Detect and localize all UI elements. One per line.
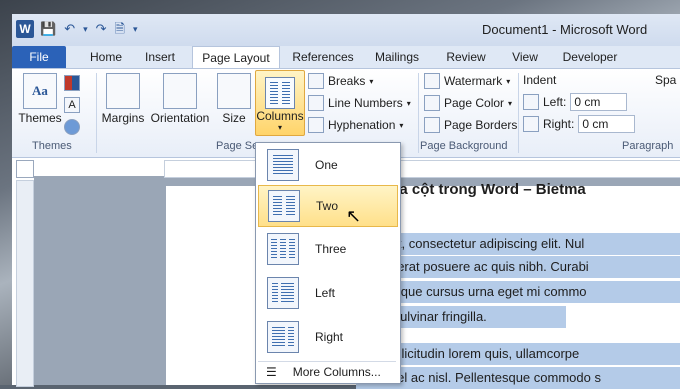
menu-item-two-columns[interactable]: Two: [258, 185, 398, 227]
tab-file[interactable]: File: [12, 46, 66, 68]
indent-left-row: Left: 0 cm: [523, 93, 628, 111]
chevron-down-icon: ▾: [406, 98, 411, 108]
columns-dropdown-menu: One Two Three Left Right ☰ More Columns.…: [255, 142, 401, 384]
line-numbers-button[interactable]: Line Numbers ▾: [308, 95, 411, 111]
selected-text-line[interactable]: s bus vel ac nisl. Pellentesque commodo …: [356, 367, 680, 389]
tab-home[interactable]: Home: [86, 46, 126, 68]
vertical-ruler[interactable]: [16, 180, 34, 387]
line-numbers-icon: [308, 95, 324, 111]
margins-button[interactable]: Margins: [100, 73, 146, 125]
spacing-heading: Spa: [655, 73, 677, 87]
breaks-icon: [308, 73, 324, 89]
tab-selector[interactable]: [16, 160, 34, 178]
hyphenation-icon: [308, 117, 324, 133]
menu-item-three-columns[interactable]: Three: [258, 229, 396, 269]
group-label-page-setup: Page Se: [216, 140, 259, 152]
save-icon[interactable]: 💾: [40, 21, 56, 37]
selected-text-line[interactable]: ellentesque cursus urna eget mi commo: [356, 281, 680, 303]
selected-text-line[interactable]: tum, sollicitudin lorem quis, ullamcorpe: [356, 343, 680, 365]
two-columns-icon: [268, 190, 300, 222]
orientation-icon: [163, 73, 197, 109]
quick-access-toolbar: 💾 ↶ ▾ ↷ 🗎 ▾: [40, 21, 138, 37]
watermark-button[interactable]: Watermark ▾: [424, 73, 510, 89]
undo-dropdown-icon[interactable]: ▾: [83, 21, 88, 37]
breaks-button[interactable]: Breaks ▾: [308, 73, 373, 89]
page-size-icon: [217, 73, 251, 109]
theme-effects-icon: [64, 119, 80, 135]
title-bar: W 💾 ↶ ▾ ↷ 🗎 ▾ Document1 - Microsoft Word: [12, 14, 680, 47]
page-color-icon: [424, 95, 440, 111]
redo-icon[interactable]: ↷: [96, 21, 107, 37]
horizontal-ruler[interactable]: [164, 160, 680, 178]
tab-page-layout[interactable]: Page Layout: [192, 46, 280, 69]
hyphenation-button[interactable]: Hyphenation ▾: [308, 117, 403, 133]
menu-item-right-column[interactable]: Right: [258, 317, 396, 357]
tab-insert[interactable]: Insert: [140, 46, 180, 68]
columns-label: Columns: [256, 109, 304, 123]
one-column-icon: [267, 149, 299, 181]
word-app-icon[interactable]: W: [16, 20, 34, 38]
chevron-down-icon: ▾: [399, 120, 404, 130]
columns-icon: [265, 77, 295, 109]
more-columns-item[interactable]: ☰ More Columns...: [258, 361, 396, 382]
mouse-pointer-icon: ↖: [346, 206, 362, 226]
separator: [418, 73, 419, 153]
themes-icon: Aa: [23, 73, 57, 109]
themes-button[interactable]: Aa Themes: [18, 73, 62, 125]
indent-right-input[interactable]: 0 cm: [578, 115, 636, 133]
size-button[interactable]: Size: [216, 73, 252, 125]
separator: [518, 73, 519, 153]
theme-colors-icon: [64, 75, 80, 91]
right-column-icon: [267, 321, 299, 353]
undo-icon[interactable]: ↶: [64, 21, 75, 37]
theme-fonts-button[interactable]: A: [64, 97, 80, 113]
theme-effects-button[interactable]: [64, 119, 80, 135]
columns-button[interactable]: Columns ▾: [255, 70, 305, 136]
window-title: Document1 - Microsoft Word: [482, 22, 648, 37]
tab-references[interactable]: References: [290, 46, 356, 68]
new-document-icon[interactable]: 🗎: [115, 21, 125, 37]
chevron-down-icon: ▾: [506, 76, 511, 86]
watermark-icon: [424, 73, 440, 89]
separator: [96, 73, 97, 153]
margins-icon: [106, 73, 140, 109]
orientation-button[interactable]: Orientation: [148, 73, 212, 125]
tab-mailings[interactable]: Mailings: [372, 46, 422, 68]
indent-left-icon: [523, 94, 539, 110]
indent-left-input[interactable]: 0 cm: [570, 93, 628, 111]
theme-colors-button[interactable]: [64, 75, 80, 91]
tab-view[interactable]: View: [508, 46, 542, 68]
tab-developer[interactable]: Developer: [560, 46, 620, 68]
group-label-page-background: Page Background: [420, 140, 508, 152]
chevron-down-icon: ▾: [369, 76, 374, 86]
page-borders-button[interactable]: Page Borders: [424, 117, 517, 133]
group-label-themes: Themes: [32, 140, 72, 152]
three-columns-icon: [267, 233, 299, 265]
selected-text-line[interactable]: sit amet, consectetur adipiscing elit. N…: [356, 233, 680, 255]
theme-fonts-icon: A: [64, 97, 80, 113]
page-color-button[interactable]: Page Color ▾: [424, 95, 512, 111]
indent-right-icon: [523, 116, 539, 132]
tab-review[interactable]: Review: [444, 46, 488, 68]
menu-item-left-column[interactable]: Left: [258, 273, 396, 313]
selected-text-line[interactable]: cu placerat posuere ac quis nibh. Curabi: [356, 256, 680, 278]
menu-item-one-column[interactable]: One: [258, 145, 396, 185]
indent-heading: Indent: [523, 73, 557, 87]
more-columns-icon: ☰: [266, 365, 277, 379]
chevron-down-icon: ▾: [277, 123, 282, 132]
left-column-icon: [267, 277, 299, 309]
page-borders-icon: [424, 117, 440, 133]
indent-right-row: Right: 0 cm: [523, 115, 636, 133]
chevron-down-icon: ▾: [508, 98, 513, 108]
ribbon-tabs: File Home Insert Page Layout References …: [12, 46, 680, 69]
customize-toolbar-icon[interactable]: ▾: [133, 21, 138, 37]
group-label-paragraph: Paragraph: [622, 140, 674, 152]
